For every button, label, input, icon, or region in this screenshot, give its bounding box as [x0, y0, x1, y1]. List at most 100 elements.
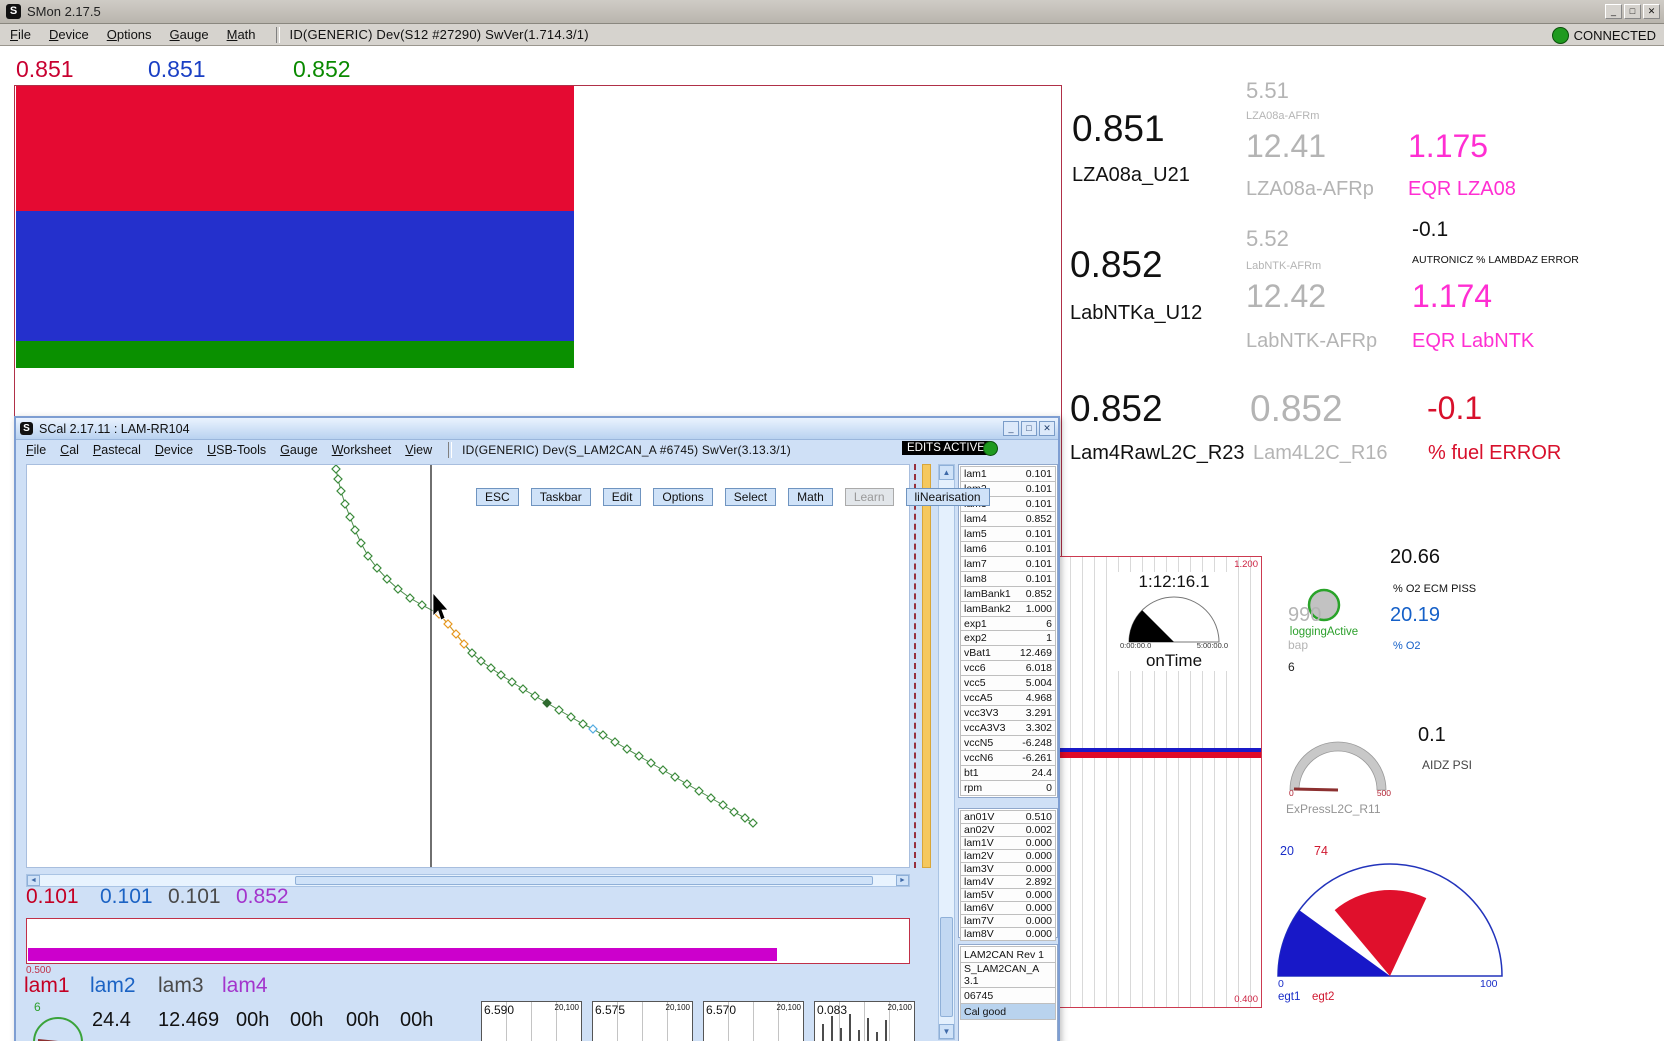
connection-status: CONNECTED	[1552, 27, 1656, 44]
scal-menu-view[interactable]: View	[405, 443, 432, 457]
table-row[interactable]: rpm0	[960, 780, 1056, 796]
table-row[interactable]: lam7V0.000	[960, 914, 1056, 928]
table-row[interactable]: Cal good	[960, 1003, 1056, 1020]
table-row[interactable]: LAM2CAN Rev 1	[960, 946, 1056, 963]
scal-menu-usb-tools[interactable]: USB-Tools	[207, 443, 266, 457]
table-row[interactable]: exp21	[960, 630, 1056, 646]
row-label: lam6	[964, 543, 987, 555]
table-row[interactable]: lam4V2.892	[960, 875, 1056, 889]
menu-gauge[interactable]: Gauge	[170, 27, 209, 42]
table-row[interactable]: 06745	[960, 987, 1056, 1004]
lambda2-value: 0.851	[148, 56, 206, 83]
logging-active-label: loggingActive	[1276, 626, 1372, 638]
learn-button[interactable]: Learn	[845, 488, 894, 506]
scal-menu-gauge[interactable]: Gauge	[280, 443, 318, 457]
table-row[interactable]: lam80.101	[960, 571, 1056, 587]
scal-title-bar[interactable]: S SCal 2.17.11 : LAM-RR104 _ □ ✕	[16, 418, 1058, 440]
horizontal-scroll-thumb[interactable]	[295, 876, 873, 885]
table-row[interactable]: lam3V0.000	[960, 862, 1056, 876]
table-row[interactable]: an01V0.510	[960, 810, 1056, 824]
row-value: 3.302	[1026, 722, 1052, 734]
lam4raw-value: 0.852	[1070, 388, 1163, 430]
math-button[interactable]: Math	[788, 488, 833, 506]
maximize-button[interactable]: □	[1624, 4, 1641, 19]
table-row[interactable]: vccN5-6.248	[960, 735, 1056, 751]
table-row[interactable]: vcc3V33.291	[960, 705, 1056, 721]
mini-chart-value: 0.083	[817, 1003, 847, 1017]
main-content: 0.851 0.851 0.852 0.851 LZA08a_U21 5.51 …	[0, 46, 1664, 1041]
close-button[interactable]: ✕	[1643, 4, 1660, 19]
scal-menu-cal[interactable]: Cal	[60, 443, 79, 457]
table-row[interactable]: lam1V0.000	[960, 836, 1056, 850]
select-button[interactable]: Select	[725, 488, 776, 506]
table-row[interactable]: vcc66.018	[960, 660, 1056, 676]
table-row[interactable]: lam6V0.000	[960, 901, 1056, 915]
table-row[interactable]: vccN6-6.261	[960, 750, 1056, 766]
scroll-up-arrow[interactable]: ▲	[939, 465, 954, 480]
vertical-scrollbar[interactable]: ▲ ▼	[938, 464, 955, 1040]
table-row[interactable]: vcc55.004	[960, 675, 1056, 691]
lza08a-afrp-label: LZA08a-AFRp	[1246, 178, 1374, 201]
bt1-value: 24.4	[92, 1009, 131, 1032]
scal-minimize-button[interactable]: _	[1003, 421, 1019, 436]
minimize-button[interactable]: _	[1605, 4, 1622, 19]
calibration-chart[interactable]	[26, 464, 910, 868]
vertical-scroll-thumb[interactable]	[940, 917, 953, 1017]
eqr-labntk-label: EQR LabNTK	[1412, 330, 1534, 353]
esc-button[interactable]: ESC	[476, 488, 519, 506]
menu-math[interactable]: Math	[227, 27, 256, 42]
lam3-label: lam3	[158, 974, 204, 998]
table-row[interactable]: vBat112.469	[960, 645, 1056, 661]
row-label: exp1	[964, 618, 987, 630]
express-dial-icon	[1286, 736, 1390, 794]
table-row[interactable]: lam10.101	[960, 466, 1056, 482]
scal-menu-pastecal[interactable]: Pastecal	[93, 443, 141, 457]
scroll-down-arrow[interactable]: ▼	[939, 1024, 954, 1039]
scal-menu-file[interactable]: File	[26, 443, 46, 457]
scal-menu-worksheet[interactable]: Worksheet	[332, 443, 392, 457]
edit-button[interactable]: Edit	[603, 488, 642, 506]
table-row[interactable]: lam70.101	[960, 556, 1056, 572]
table-row[interactable]: lam60.101	[960, 541, 1056, 557]
menu-options[interactable]: Options	[107, 27, 152, 42]
menu-device[interactable]: Device	[49, 27, 89, 42]
smon-title-bar[interactable]: S SMon 2.17.5 _ □ ✕	[0, 0, 1664, 24]
table-row[interactable]: lamBank21.000	[960, 601, 1056, 617]
calibration-curve-plot[interactable]	[27, 465, 909, 867]
aidz-psi-label: AIDZ PSI	[1422, 758, 1472, 772]
table-row[interactable]: S_LAM2CAN_A 3.1	[960, 962, 1056, 988]
table-row[interactable]: vccA54.968	[960, 690, 1056, 706]
scroll-right-arrow[interactable]: ►	[896, 875, 909, 886]
taskbar-button[interactable]: Taskbar	[531, 488, 591, 506]
table-row[interactable]: lam5V0.000	[960, 888, 1056, 902]
aidz-psi-value: 0.1	[1418, 724, 1446, 747]
table-row[interactable]: exp16	[960, 616, 1056, 632]
bap-label: bap	[1288, 638, 1308, 652]
hours-value-4: 00h	[400, 1009, 433, 1032]
table-row[interactable]: vccA3V33.302	[960, 720, 1056, 736]
chart-horizontal-scrollbar[interactable]: ◄ ►	[26, 874, 910, 887]
table-row[interactable]: lam50.101	[960, 526, 1056, 542]
scal-maximize-button[interactable]: □	[1021, 421, 1037, 436]
row-value: -6.248	[1022, 737, 1052, 749]
table-row[interactable]: lam40.852	[960, 511, 1056, 527]
row-value: 3.291	[1026, 707, 1052, 719]
o2-value: 20.19	[1390, 604, 1440, 627]
row-value: 0.000	[1026, 889, 1052, 901]
scal-menu-device[interactable]: Device	[155, 443, 193, 457]
scal-close-button[interactable]: ✕	[1039, 421, 1055, 436]
linearisation-button[interactable]: liNearisation	[906, 488, 990, 506]
table-row[interactable]: lam8V0.000	[960, 927, 1056, 941]
autronicz-error-label: AUTRONICZ % LAMBDAZ ERROR	[1412, 254, 1579, 266]
smon-window-title: SMon 2.17.5	[27, 4, 101, 19]
table-row[interactable]: an02V0.002	[960, 823, 1056, 837]
row-value: 24.4	[1032, 767, 1052, 779]
menu-file[interactable]: File	[10, 27, 31, 42]
table-row[interactable]: bt124.4	[960, 765, 1056, 781]
table-row[interactable]: lamBank10.852	[960, 586, 1056, 602]
options-button[interactable]: Options	[653, 488, 712, 506]
table-row[interactable]: lam2V0.000	[960, 849, 1056, 863]
o2ecm-value: 20.66	[1390, 546, 1440, 569]
row-label: vBat1	[964, 647, 991, 659]
edits-active-led-icon	[983, 441, 998, 456]
